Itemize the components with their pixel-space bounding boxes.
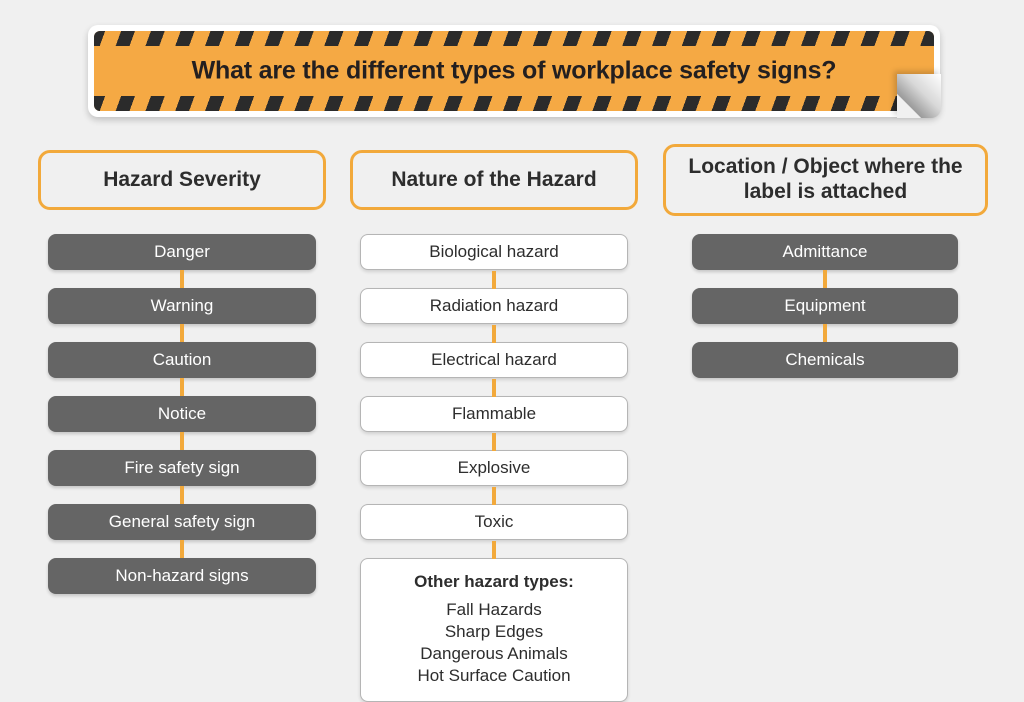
column-header-location-object: Location / Object where the label is att… (663, 144, 988, 216)
page-curl-icon (897, 74, 941, 118)
page-title: What are the different types of workplac… (191, 56, 837, 85)
other-hazard-item-sharp-edges: Sharp Edges (444, 622, 544, 642)
node-radiation-hazard[interactable]: Radiation hazard (360, 288, 628, 324)
node-non-hazard-signs[interactable]: Non-hazard signs (48, 558, 316, 594)
column-header-hazard-severity: Hazard Severity (38, 150, 326, 210)
other-hazard-item-hot-surface-caution: Hot Surface Caution (417, 666, 571, 686)
other-hazard-types-title: Other hazard types: (414, 572, 574, 591)
hazard-stripe-top-icon (94, 31, 934, 46)
node-warning[interactable]: Warning (48, 288, 316, 324)
title-banner: What are the different types of workplac… (88, 25, 941, 118)
hazard-stripe-bottom-icon (94, 96, 934, 111)
column-items-location-object: Admittance Equipment Chemicals (663, 234, 988, 378)
node-other-hazard-types[interactable]: Other hazard types: Fall Hazards Sharp E… (360, 558, 628, 702)
node-biological-hazard[interactable]: Biological hazard (360, 234, 628, 270)
column-items-hazard-severity: Danger Warning Caution Notice Fire safet… (38, 234, 326, 594)
node-general-safety-sign[interactable]: General safety sign (48, 504, 316, 540)
node-admittance[interactable]: Admittance (692, 234, 958, 270)
node-danger[interactable]: Danger (48, 234, 316, 270)
node-toxic[interactable]: Toxic (360, 504, 628, 540)
column-hazard-severity: Hazard Severity Danger Warning Caution N… (38, 150, 326, 594)
node-equipment[interactable]: Equipment (692, 288, 958, 324)
node-fire-safety-sign[interactable]: Fire safety sign (48, 450, 316, 486)
column-items-nature-of-hazard: Biological hazard Radiation hazard Elect… (350, 234, 638, 702)
other-hazard-item-fall-hazards: Fall Hazards (446, 600, 542, 620)
node-electrical-hazard[interactable]: Electrical hazard (360, 342, 628, 378)
node-explosive[interactable]: Explosive (360, 450, 628, 486)
node-caution[interactable]: Caution (48, 342, 316, 378)
column-nature-of-hazard: Nature of the Hazard Biological hazard R… (350, 150, 638, 702)
node-notice[interactable]: Notice (48, 396, 316, 432)
node-flammable[interactable]: Flammable (360, 396, 628, 432)
node-chemicals[interactable]: Chemicals (692, 342, 958, 378)
other-hazard-item-dangerous-animals: Dangerous Animals (420, 644, 568, 664)
column-header-nature-of-hazard: Nature of the Hazard (350, 150, 638, 210)
column-location-object: Location / Object where the label is att… (663, 144, 988, 378)
banner-body: What are the different types of workplac… (94, 31, 934, 111)
